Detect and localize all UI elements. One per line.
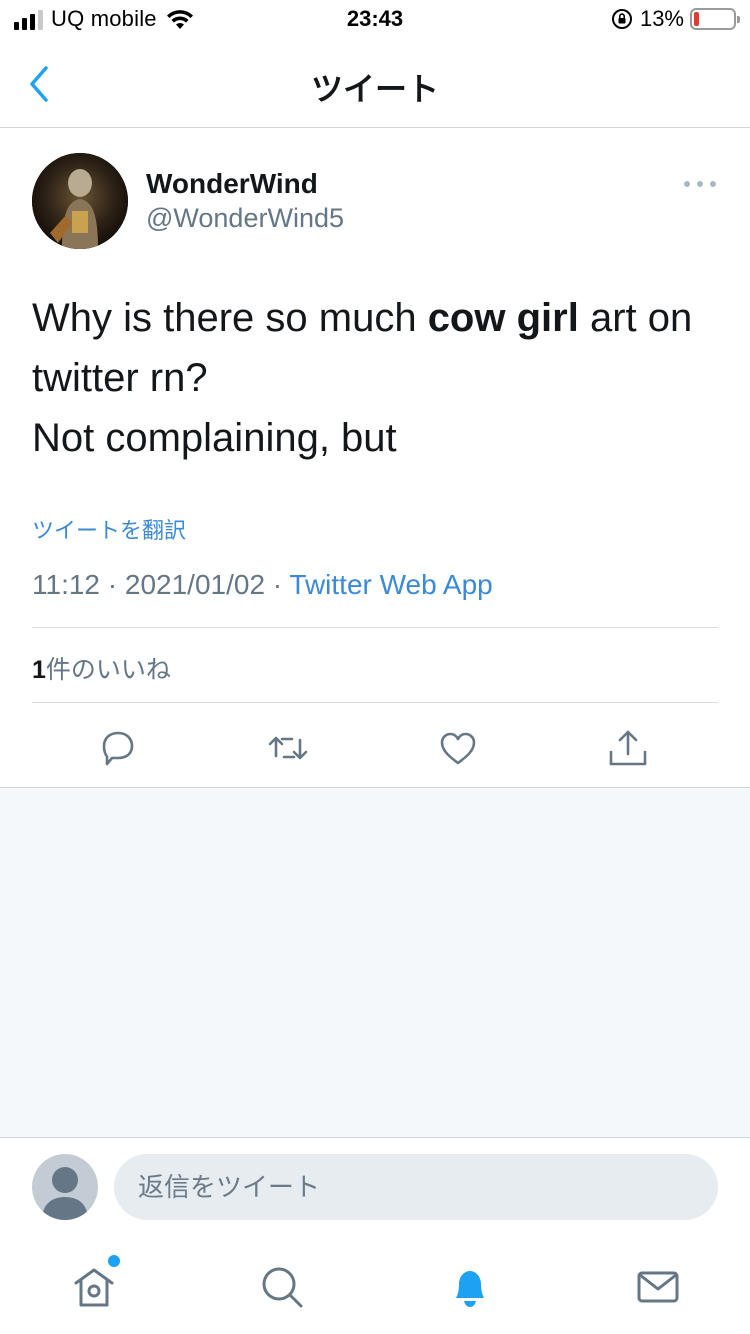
more-dot-icon [684,181,690,187]
author-handle[interactable]: @WonderWind5 [146,203,344,234]
more-dot-icon [697,181,703,187]
empty-replies-area [0,788,750,1137]
tab-notifications[interactable] [446,1263,494,1311]
page-title: ツイート [310,71,439,107]
tweet-text-line2: Not complaining, but [32,416,397,460]
share-icon [609,730,647,766]
tab-search[interactable] [258,1263,306,1311]
retweet-icon [268,736,308,760]
avatar-image [32,153,128,249]
divider [32,627,718,628]
notification-dot [108,1255,120,1267]
battery-level [694,12,699,26]
likes-count-link[interactable]: 1件のいいね [32,650,171,686]
retweet-button[interactable] [266,726,310,770]
battery-icon [690,8,740,30]
translate-tweet-link[interactable]: ツイートを翻訳 [32,513,186,545]
tweet-text: Why is there so much cow girl art on twi… [32,288,722,468]
reply-icon [102,731,134,766]
search-icon [262,1267,303,1308]
tweet-actions [0,720,750,787]
battery-percent: 13% [639,6,684,31]
more-options-button[interactable] [684,176,716,192]
reply-bar [0,1137,750,1237]
nav-bar: ツイート [0,40,750,128]
tab-messages[interactable] [634,1263,682,1311]
home-icon [74,1268,114,1307]
orientation-lock-icon [611,9,632,29]
tweet-text-bold: cow girl [427,296,579,340]
like-icon [440,732,476,765]
author-avatar[interactable] [32,153,128,249]
likes-count: 1 [32,656,46,684]
like-button[interactable] [436,726,480,770]
tweet-source-link[interactable]: Twitter Web App [289,569,492,600]
tweet-meta: 11:12 · 2021/01/02 · Twitter Web App [32,569,493,601]
reply-input[interactable] [114,1154,718,1220]
mail-icon [637,1271,679,1303]
tab-bar [0,1237,750,1334]
tab-home[interactable] [70,1255,120,1311]
status-right: 13% [610,6,740,32]
bell-icon [456,1271,484,1307]
divider [32,702,718,703]
reply-button[interactable] [96,726,140,770]
user-avatar[interactable] [32,1154,98,1220]
default-avatar-icon [42,1167,88,1220]
share-button[interactable] [606,726,650,770]
status-bar: UQ mobile 23:43 13% [0,0,750,40]
tweet-text-part1: Why is there so much [32,296,428,340]
likes-label: 件のいいね [45,656,171,684]
tweet-timestamp: 11:12 · 2021/01/02 · [32,569,290,600]
more-dot-icon [710,181,716,187]
author-name[interactable]: WonderWind [146,168,318,200]
